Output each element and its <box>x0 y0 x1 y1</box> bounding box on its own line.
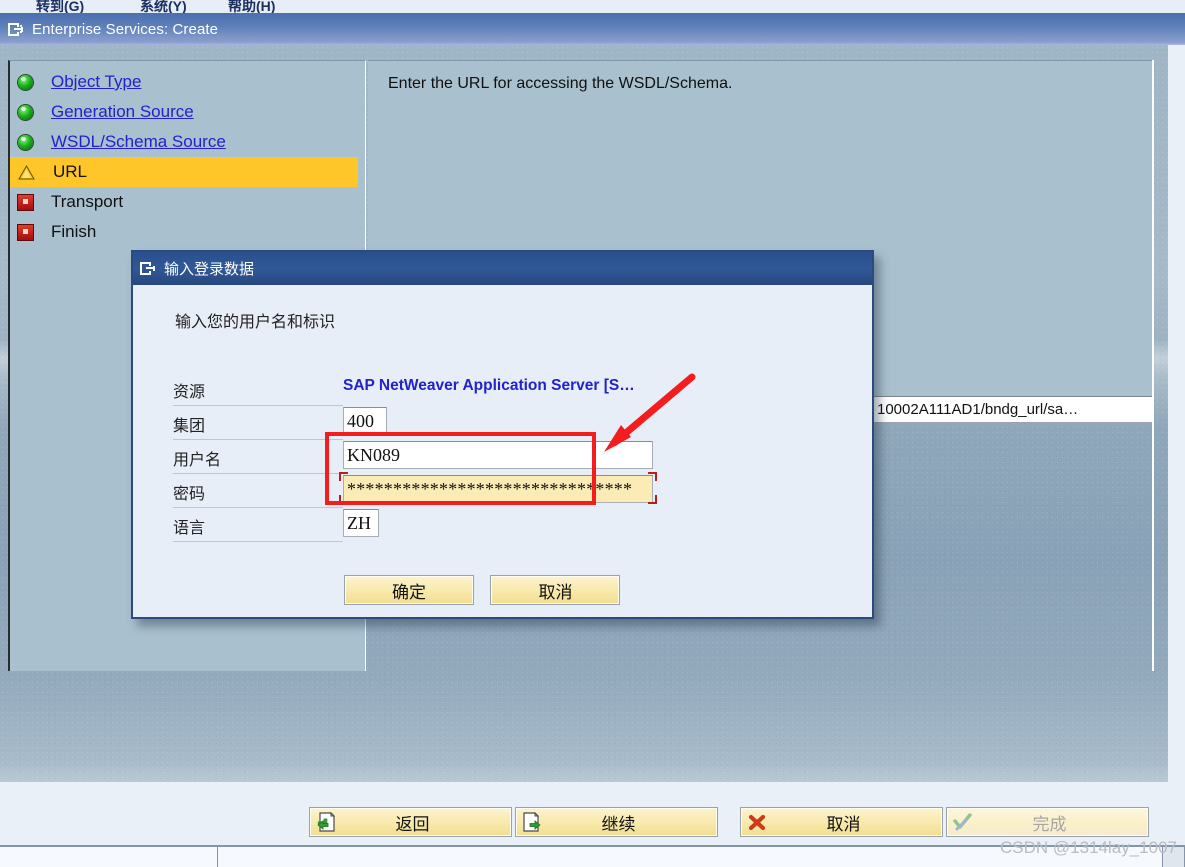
forward-page-icon <box>522 811 542 832</box>
form-row-password: 密码 <box>173 472 833 508</box>
step-label: WSDL/Schema Source <box>51 132 226 151</box>
language-label: 语言 <box>173 520 206 537</box>
client-input[interactable] <box>343 407 387 435</box>
form-row-language: 语言 <box>173 508 833 542</box>
status-cell-1 <box>0 847 218 867</box>
ok-button[interactable]: 确定 <box>344 575 474 605</box>
login-form: 资源 SAP NetWeaver Application Server [S… … <box>173 372 833 542</box>
back-button-label: 返回 <box>395 814 430 834</box>
dialog-title-bar: 输入登录数据 <box>133 252 872 285</box>
cancel-button[interactable]: 取消 <box>740 807 943 837</box>
url-input[interactable] <box>873 396 1153 423</box>
bottom-toolbar: 返回 继续 取消 完成 <box>0 787 1185 845</box>
form-row-username: 用户名 <box>173 440 833 474</box>
password-label: 密码 <box>173 486 206 503</box>
watermark: CSDN @1314lay_1007 <box>1000 838 1177 857</box>
sidebar-item-transport[interactable]: Transport <box>10 187 365 217</box>
resource-label: 资源 <box>173 384 206 401</box>
step-label: Finish <box>51 222 97 241</box>
menu-item-help[interactable]: 帮助(H) <box>228 0 275 13</box>
dialog-instruction: 输入您的用户名和标识 <box>175 314 336 331</box>
client-label: 集团 <box>173 418 206 435</box>
dialog-title: 输入登录数据 <box>164 261 255 278</box>
menu-item-system[interactable]: 系统(Y) <box>140 0 187 13</box>
sidebar-item-url[interactable]: URL <box>10 157 358 187</box>
step-label: Generation Source <box>51 102 194 121</box>
sidebar-item-wsdl-schema-source[interactable]: WSDL/Schema Source <box>10 127 365 157</box>
resource-value: SAP NetWeaver Application Server [S… <box>343 377 635 394</box>
continue-button-label: 继续 <box>601 814 636 834</box>
login-data-dialog: 输入登录数据 输入您的用户名和标识 资源 SAP NetWeaver Appli… <box>131 250 874 619</box>
finish-button: 完成 <box>946 807 1149 837</box>
green-circle-icon <box>18 104 33 120</box>
row-divider <box>173 541 343 542</box>
menu-item-goto[interactable]: 转到(G) <box>36 0 84 13</box>
finish-button-label: 完成 <box>1032 814 1067 834</box>
red-x-icon <box>747 812 767 832</box>
exit-door-icon <box>140 261 157 276</box>
url-field-row <box>873 396 1153 423</box>
continue-button[interactable]: 继续 <box>515 807 718 837</box>
sidebar-item-object-type[interactable]: Object Type <box>10 67 365 97</box>
form-row-resource: 资源 SAP NetWeaver Application Server [S… <box>173 372 833 406</box>
sidebar-item-finish[interactable]: Finish <box>10 217 365 247</box>
green-circle-icon <box>18 74 33 90</box>
window-title-bar: Enterprise Services: Create <box>0 13 1185 45</box>
username-input[interactable] <box>343 441 653 469</box>
menu-bar: 转到(G) 系统(Y) 帮助(H) <box>0 0 1185 13</box>
step-label: URL <box>53 162 88 181</box>
sidebar-item-generation-source[interactable]: Generation Source <box>10 97 365 127</box>
content-hint-text: Enter the URL for accessing the WSDL/Sch… <box>388 75 733 92</box>
panel-divider <box>1152 60 1154 671</box>
cancel-button-label: 取消 <box>826 814 861 834</box>
exit-door-icon <box>8 22 25 37</box>
green-circle-icon <box>18 134 33 150</box>
yellow-warning-triangle-icon <box>18 164 35 180</box>
language-input[interactable] <box>343 509 379 537</box>
page-title: Enterprise Services: Create <box>32 20 219 38</box>
step-label: Object Type <box>51 72 142 91</box>
green-check-icon <box>953 812 973 832</box>
red-square-icon <box>18 224 33 240</box>
step-label: Transport <box>51 192 124 211</box>
form-row-client: 集团 <box>173 406 833 440</box>
dialog-button-bar: 确定 取消 <box>344 575 632 605</box>
back-page-icon <box>316 811 336 832</box>
password-input[interactable] <box>343 475 653 503</box>
red-square-icon <box>18 194 33 210</box>
back-button[interactable]: 返回 <box>309 807 512 837</box>
cancel-button[interactable]: 取消 <box>490 575 621 605</box>
username-label: 用户名 <box>173 452 222 469</box>
